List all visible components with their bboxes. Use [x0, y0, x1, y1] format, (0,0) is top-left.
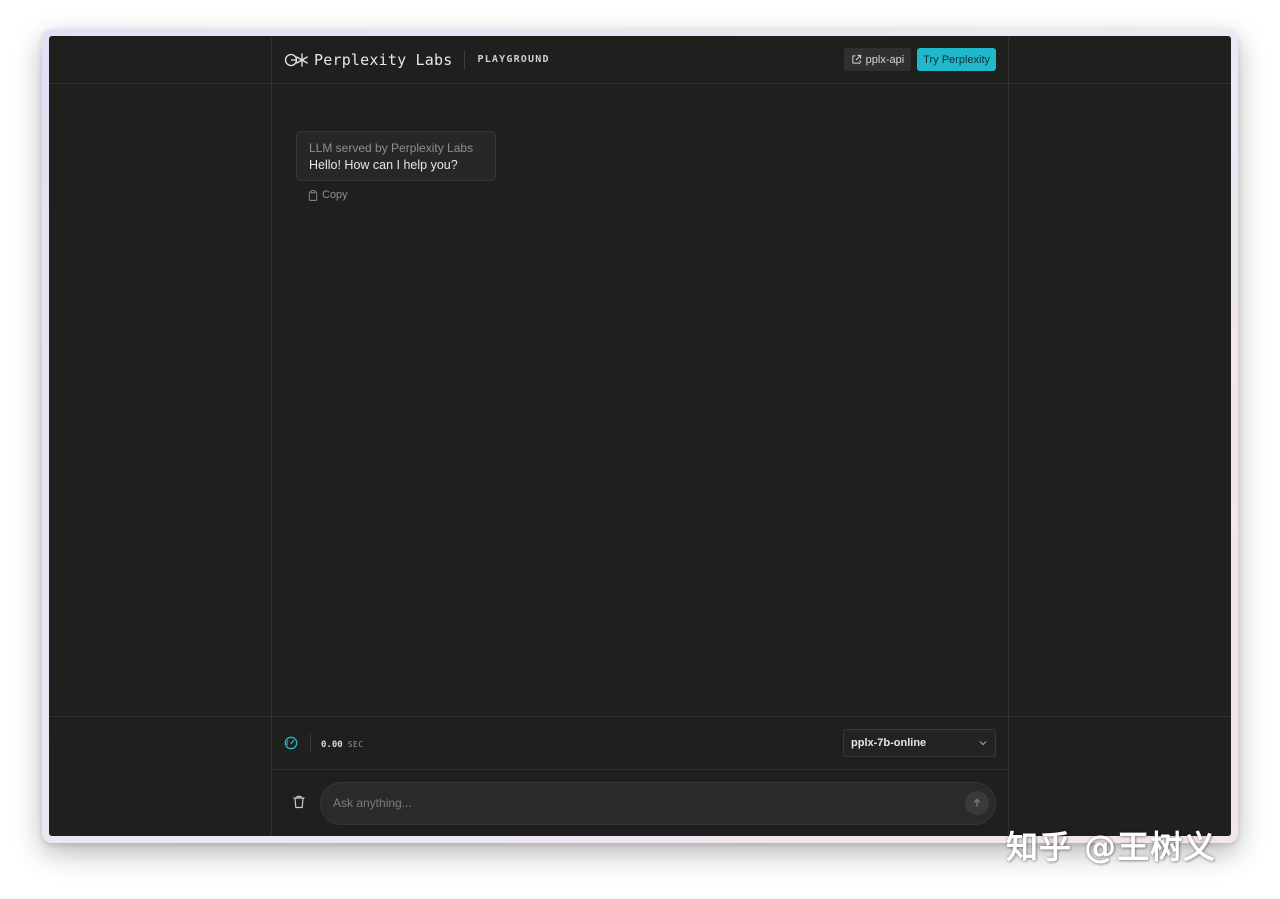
- message-text: Hello! How can I help you?: [309, 158, 458, 172]
- status-separator: [310, 734, 311, 752]
- model-select[interactable]: pplx-7b-online: [843, 729, 996, 757]
- product-label: PLAYGROUND: [477, 54, 550, 65]
- input-area: [272, 770, 1008, 836]
- external-link-icon: [851, 54, 861, 64]
- arrow-up-icon: [973, 798, 981, 807]
- response-timer: 0.00 SEC: [321, 740, 364, 750]
- copy-label: Copy: [322, 189, 348, 201]
- app-window: Perplexity Labs PLAYGROUND pplx-api Try …: [49, 36, 1231, 836]
- watermark: 知乎 @王树义: [1006, 828, 1217, 866]
- try-perplexity-button[interactable]: Try Perplexity: [917, 48, 996, 71]
- clear-chat-button[interactable]: [290, 794, 308, 812]
- timer-value: 0.00: [321, 739, 343, 750]
- model-select-value: pplx-7b-online: [851, 737, 927, 749]
- header-actions: pplx-api Try Perplexity: [843, 48, 996, 71]
- status-bar: 0.00 SEC pplx-7b-online: [272, 717, 1008, 769]
- ask-input[interactable]: [333, 796, 965, 810]
- copy-button[interactable]: Copy: [308, 186, 348, 204]
- perplexity-logo-icon: [284, 52, 308, 67]
- logo[interactable]: Perplexity Labs: [284, 51, 452, 69]
- top-header: Perplexity Labs PLAYGROUND pplx-api Try …: [272, 36, 1008, 83]
- timer-unit: SEC: [347, 739, 364, 749]
- pplx-api-label: pplx-api: [865, 53, 905, 66]
- header-divider: [49, 83, 1231, 84]
- ask-box: [320, 781, 996, 825]
- clipboard-icon: [308, 189, 318, 201]
- speedometer-icon: [284, 736, 298, 750]
- header-separator: [464, 49, 466, 70]
- trash-icon: [293, 795, 305, 809]
- pplx-api-button[interactable]: pplx-api: [843, 48, 912, 71]
- assistant-message: LLM served by Perplexity Labs Hello! How…: [296, 131, 496, 181]
- brand-name: Perplexity Labs: [314, 50, 453, 69]
- send-button[interactable]: [965, 791, 989, 815]
- message-sender: LLM served by Perplexity Labs: [309, 141, 474, 155]
- chevron-down-icon: [979, 741, 987, 746]
